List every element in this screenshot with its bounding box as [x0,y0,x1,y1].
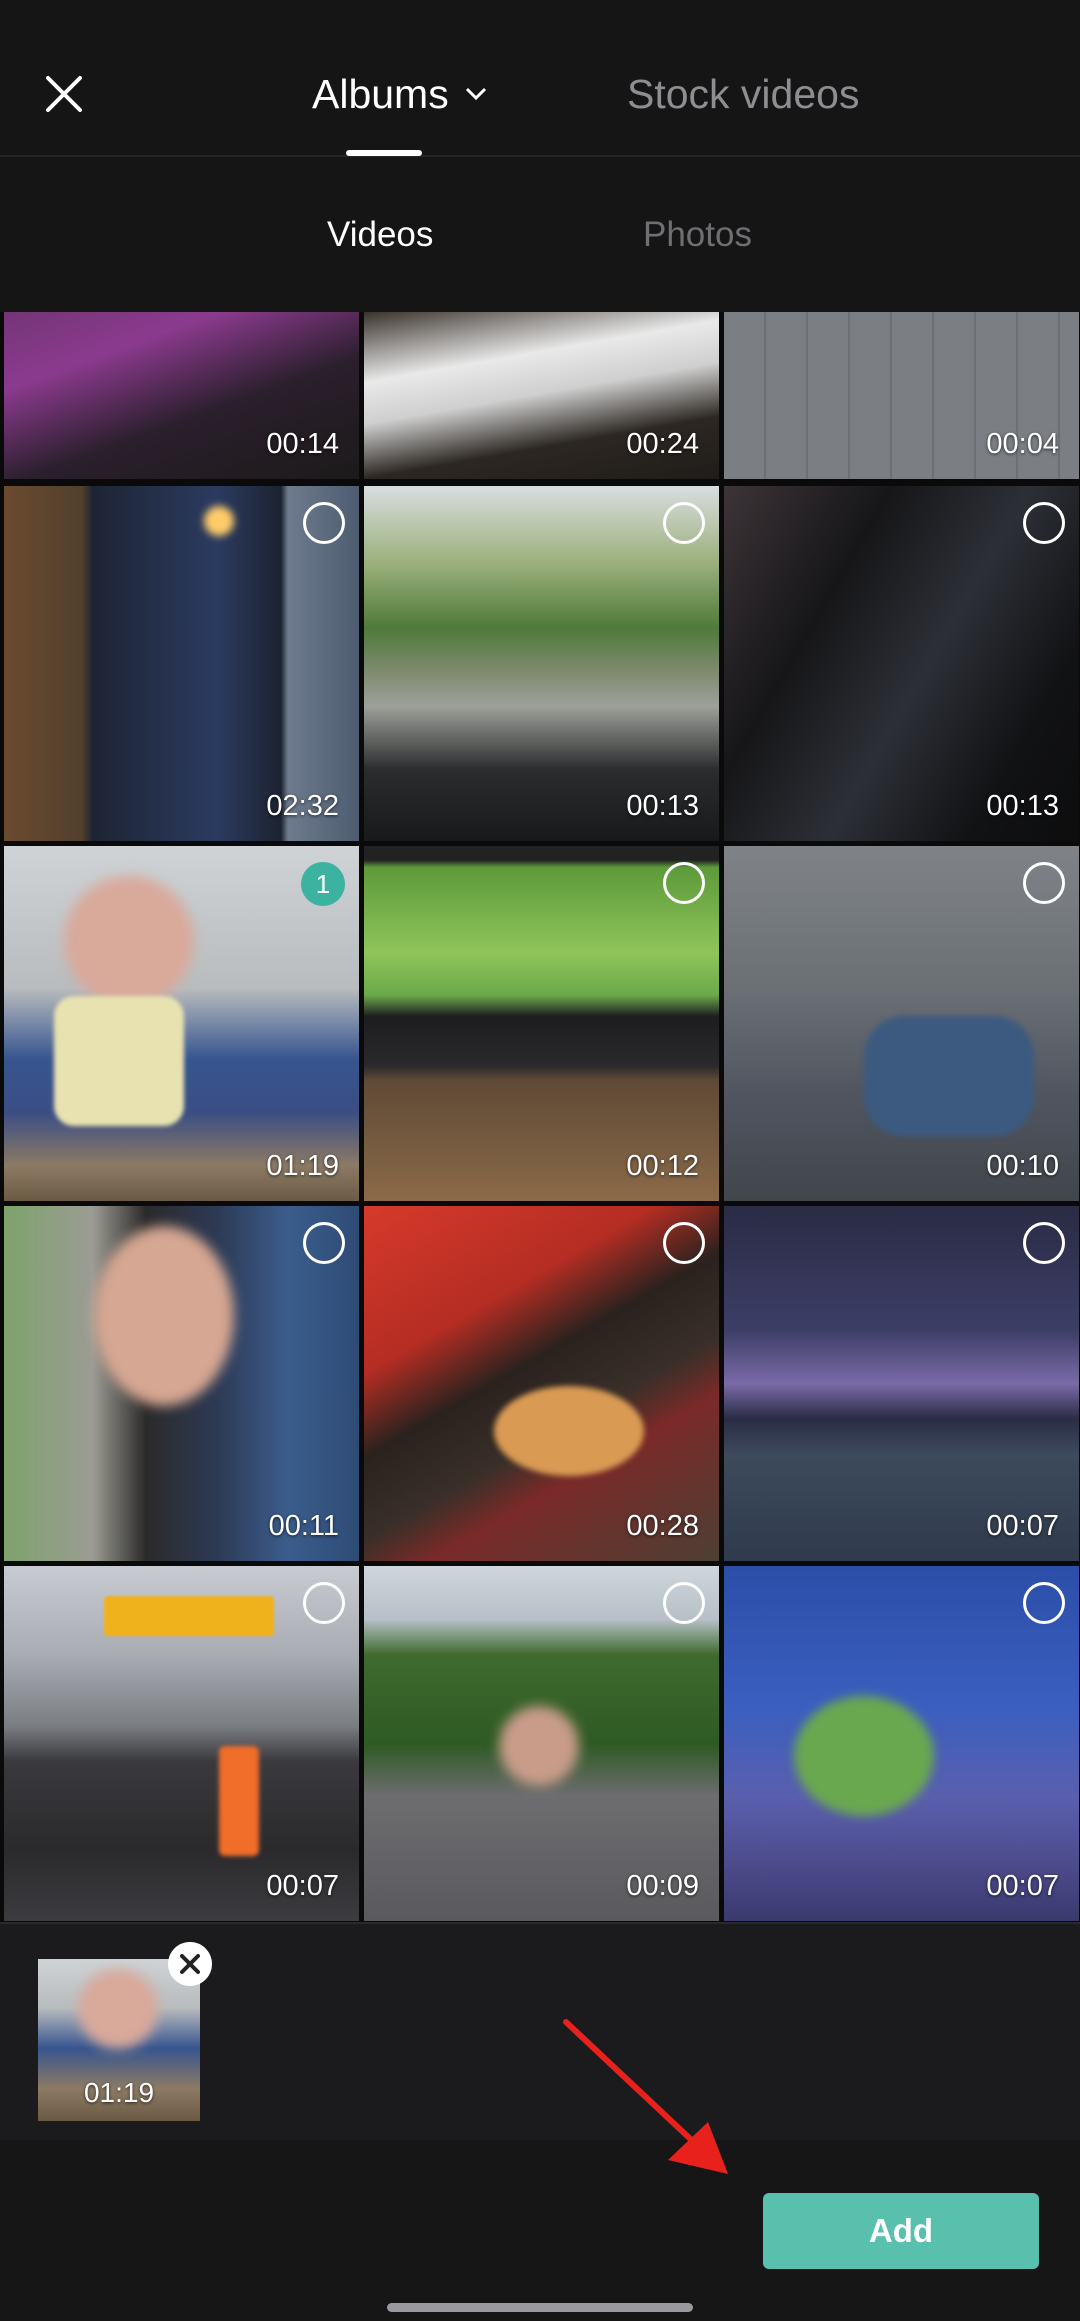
bib [54,996,184,1126]
tab-albums[interactable]: Albums [312,64,487,124]
selection-order-badge[interactable]: 1 [301,862,345,906]
video-duration: 00:13 [626,790,699,822]
tab-photos[interactable]: Photos [643,215,752,255]
video-duration: 00:11 [268,1510,339,1542]
video-thumbnail [724,486,1079,841]
aquarium-plant [794,1696,934,1816]
selected-media-thumbnail[interactable]: 01:19 [38,1959,200,2121]
video-duration: 00:07 [986,1870,1059,1902]
media-tile[interactable]: 00:24 [364,312,719,479]
blurred-face [64,876,194,1006]
media-tile[interactable]: 00:04 [724,312,1079,479]
select-circle[interactable] [1023,862,1065,904]
chevron-down-icon [465,87,486,101]
video-duration: 01:19 [266,1150,339,1182]
media-tile[interactable]: 00:07 [724,1206,1079,1561]
add-button[interactable]: Add [763,2193,1039,2269]
video-duration: 00:28 [626,1510,699,1542]
video-duration: 00:04 [986,428,1059,460]
media-tile[interactable]: 00:09 [364,1566,719,1921]
media-tile[interactable]: 00:14 [4,312,359,479]
tab-active-indicator [346,150,422,156]
media-tile[interactable]: 00:10 [724,846,1079,1201]
video-duration: 00:14 [266,428,339,460]
media-tile[interactable]: 00:13 [724,486,1079,841]
street-light [204,506,234,536]
select-circle[interactable] [663,1582,705,1624]
media-tile[interactable]: 00:07 [724,1566,1079,1921]
media-tile[interactable]: 00:11 [4,1206,359,1561]
remove-selection-icon[interactable] [168,1942,212,1986]
video-duration: 00:24 [626,428,699,460]
video-duration: 00:10 [986,1150,1059,1182]
video-thumbnail [364,1206,719,1561]
media-tile[interactable]: 00:28 [364,1206,719,1561]
tab-albums-label: Albums [312,70,449,117]
tab-videos[interactable]: Videos [327,215,433,255]
close-icon[interactable] [30,60,98,128]
video-duration: 00:12 [626,1150,699,1182]
tab-stock-videos[interactable]: Stock videos [627,64,859,124]
select-circle[interactable] [1023,1222,1065,1264]
video-thumbnail [364,846,719,1201]
select-circle[interactable] [663,1222,705,1264]
smart-tag-sign [104,1596,274,1636]
video-duration: 00:13 [986,790,1059,822]
media-tile[interactable]: 02:32 [4,486,359,841]
cat [494,1386,644,1476]
blurred-face [94,1226,234,1406]
video-duration: 00:07 [986,1510,1059,1542]
select-circle[interactable] [663,502,705,544]
select-circle[interactable] [303,1222,345,1264]
person [864,1016,1034,1136]
annotation-arrow-icon [563,2019,728,2174]
blurred-face [78,1969,158,2049]
top-bar: Albums Stock videos [0,0,1080,157]
media-tile[interactable]: 00:13 [364,486,719,841]
video-thumbnail [4,486,359,841]
media-tile[interactable]: 00:07 [4,1566,359,1921]
select-circle[interactable] [1023,502,1065,544]
media-grid[interactable]: 00:14 00:24 00:04 02:32 00:13 00:13 1 01… [0,312,1080,1922]
select-circle[interactable] [303,502,345,544]
media-tile[interactable]: 1 01:19 [4,846,359,1201]
video-thumbnail [364,486,719,841]
select-circle[interactable] [663,862,705,904]
video-duration: 00:07 [266,1870,339,1902]
select-circle[interactable] [1023,1582,1065,1624]
video-duration: 00:09 [626,1870,699,1902]
select-circle[interactable] [303,1582,345,1624]
home-indicator[interactable] [387,2303,693,2312]
video-thumbnail [724,1206,1079,1561]
selected-media-duration: 01:19 [83,2077,155,2108]
selection-tray: 01:19 [0,1922,1080,2142]
bottom-bar: Add [0,2140,1080,2321]
video-duration: 02:32 [266,790,339,822]
media-tile[interactable]: 00:12 [364,846,719,1201]
blurred-face [499,1706,579,1786]
media-type-tabs: Videos Photos [0,157,1080,312]
traffic-cone [219,1746,259,1856]
